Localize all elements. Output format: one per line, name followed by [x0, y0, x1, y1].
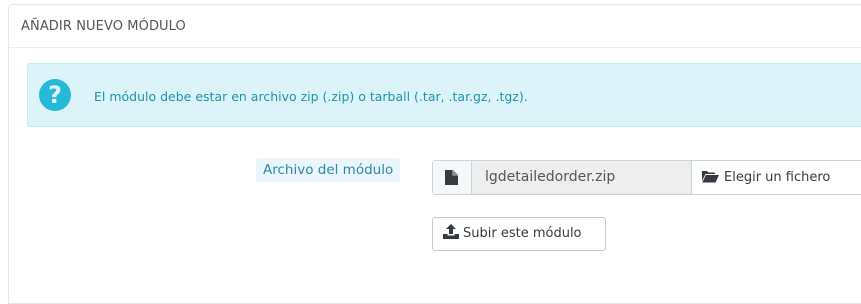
alert-message: El módulo debe estar en archivo zip (.zi…	[94, 89, 528, 104]
upload-module-button[interactable]: Subir este módulo	[432, 217, 606, 251]
panel-title: AÑADIR NUEVO MÓDULO	[21, 19, 186, 34]
info-alert: ? El módulo debe estar en archivo zip (.…	[27, 63, 861, 127]
question-icon: ?	[39, 79, 71, 111]
upload-module-label: Subir este módulo	[463, 226, 582, 241]
choose-file-button[interactable]: Elegir un fichero	[691, 161, 861, 194]
add-module-panel: AÑADIR NUEVO MÓDULO	[8, 4, 861, 304]
upload-icon	[443, 224, 459, 239]
file-icon	[433, 161, 472, 194]
file-field-label: Archivo del módulo	[256, 158, 401, 182]
folder-open-icon	[702, 171, 719, 183]
choose-file-label: Elegir un fichero	[724, 170, 831, 185]
panel-heading: AÑADIR NUEVO MÓDULO	[9, 5, 861, 48]
selected-file-name[interactable]: lgdetailedorder.zip	[472, 161, 690, 194]
file-input-group[interactable]: lgdetailedorder.zip Elegir un fichero	[432, 160, 861, 195]
